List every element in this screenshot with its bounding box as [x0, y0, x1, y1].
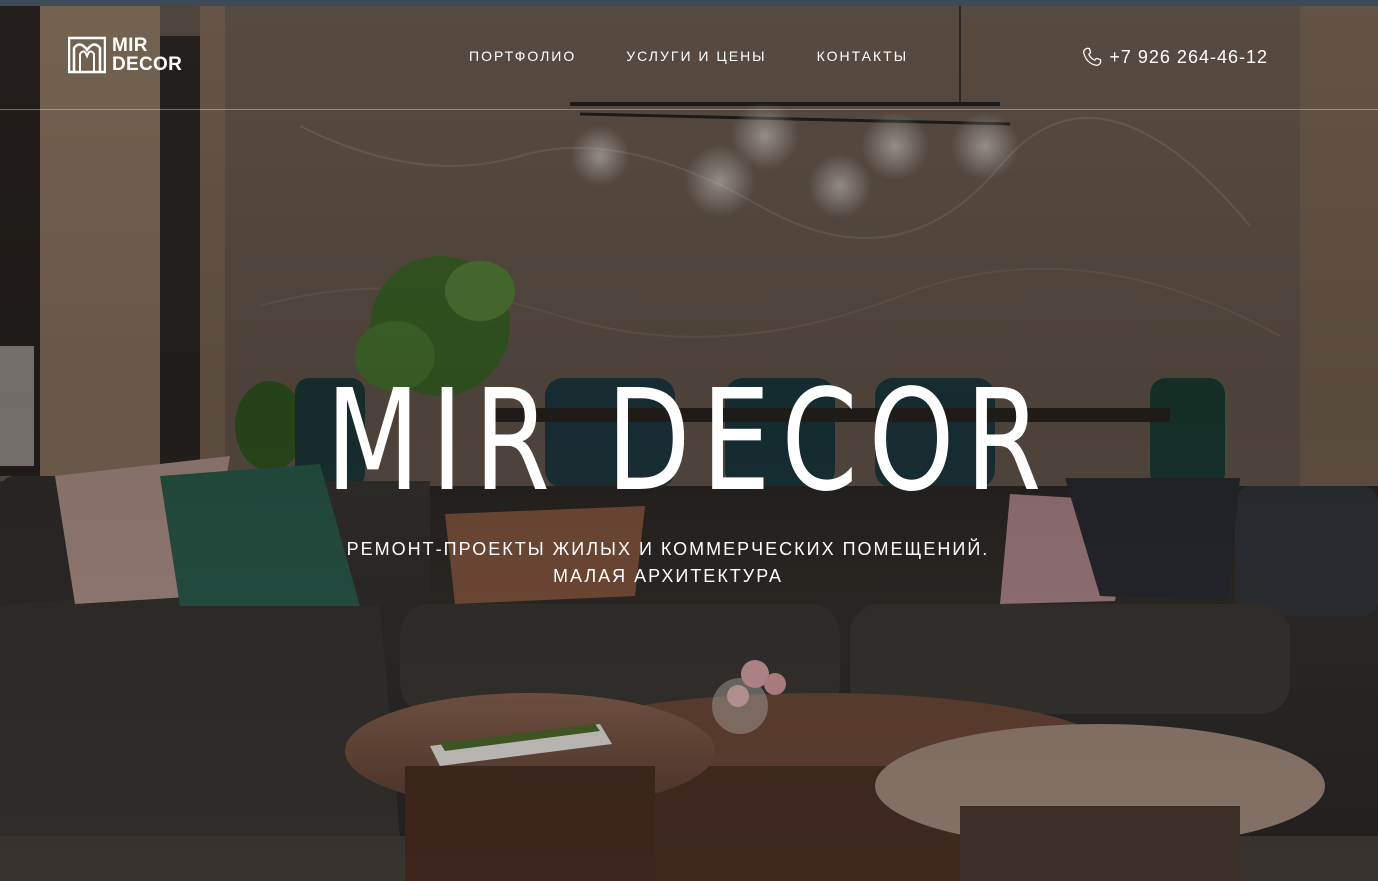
nav-item-services-prices[interactable]: УСЛУГИ И ЦЕНЫ	[626, 48, 766, 64]
nav-item-portfolio[interactable]: ПОРТФОЛИО	[469, 48, 576, 64]
phone-link[interactable]: +7 926 264-46-12	[1081, 46, 1268, 68]
logo-mark-icon	[68, 36, 106, 74]
logo-line1: MIR	[112, 35, 148, 56]
phone-icon	[1083, 47, 1102, 66]
hero-subtitle: РЕМОНТ-ПРОЕКТЫ ЖИЛЫХ И КОММЕРЧЕСКИХ ПОМЕ…	[346, 539, 990, 586]
page: MIR DECOR ПОРТФОЛИО УСЛУГИ И ЦЕНЫ КОНТАК…	[0, 0, 1378, 881]
logo-wordmark: MIR DECOR	[112, 36, 182, 74]
logo-line2: DECOR	[112, 54, 183, 75]
main-nav: ПОРТФОЛИО УСЛУГИ И ЦЕНЫ КОНТАКТЫ	[469, 48, 908, 64]
phone-number: +7 926 264-46-12	[1109, 46, 1268, 67]
logo[interactable]: MIR DECOR	[68, 36, 182, 74]
hero-title: MIR DECOR	[325, 360, 1053, 523]
site-header: MIR DECOR ПОРТФОЛИО УСЛУГИ И ЦЕНЫ КОНТАК…	[0, 6, 1378, 110]
nav-item-contacts[interactable]: КОНТАКТЫ	[817, 48, 909, 64]
